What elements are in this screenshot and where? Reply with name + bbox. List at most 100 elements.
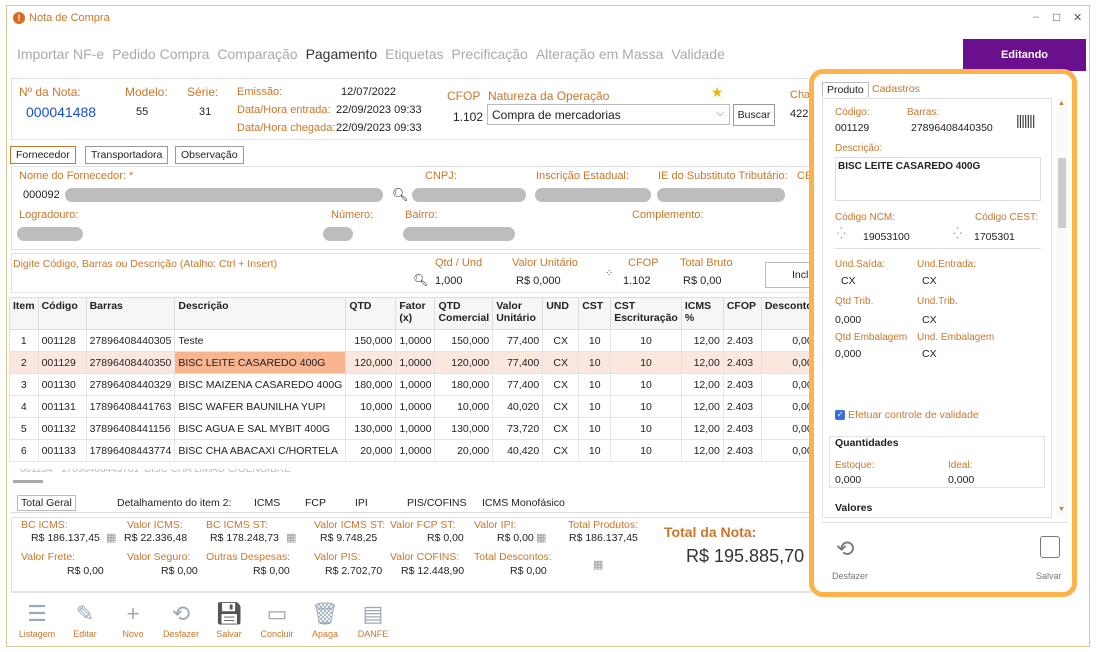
table-row[interactable]: 3 001130 27896408440329 BISC MAIZENA CASARE… — [9, 373, 831, 396]
calc-st-icon[interactable]: ▦ — [286, 531, 296, 544]
emissao-value[interactable]: 12/07/2022 — [341, 86, 396, 98]
toolbar-button-7[interactable]: ▤ DANFE — [351, 591, 395, 639]
tab-fornecedor[interactable]: Fornecedor — [10, 146, 76, 164]
grid-dots-icon[interactable]: ⁘ — [605, 268, 613, 279]
valor-unitario-value[interactable]: R$ 0,000 — [516, 275, 561, 287]
grid-header-cell[interactable]: Código — [37, 297, 87, 330]
menu-item-4[interactable]: Etiquetas — [385, 46, 443, 62]
close-icon[interactable]: ✕ — [1073, 11, 1082, 24]
menu-item-3[interactable]: Pagamento — [306, 46, 378, 62]
grid-header-cell[interactable]: CFOP — [722, 297, 762, 330]
entry-cfop-value[interactable]: 1.102 — [623, 275, 651, 287]
salvar-button[interactable]: Salvar — [1036, 571, 1062, 581]
bottom-tab-4[interactable]: IPI — [355, 497, 368, 509]
grid-scrollbar[interactable] — [13, 480, 43, 483]
serie-value[interactable]: 31 — [199, 106, 211, 118]
panel-cest-value[interactable]: 1705301 — [974, 231, 1015, 243]
table-row[interactable]: 4 001131 17896408441763 BISC WAFER BAUNILHA… — [9, 395, 831, 418]
ncm-spinner-icon[interactable]: ⁛ — [837, 227, 846, 240]
qtd-search-icon[interactable]: 🔍︎ — [413, 273, 428, 287]
bairro-redacted[interactable] — [403, 227, 515, 241]
grid-header-cell[interactable]: ICMS % — [680, 297, 724, 330]
table-row[interactable]: 2 001129 27896408440350 BISC LEITE CASAREDO… — [9, 351, 831, 374]
scroll-up-icon[interactable]: ▲ — [1058, 100, 1065, 107]
chegada-value[interactable]: 22/09/2023 09:33 — [336, 122, 422, 134]
calc-desc-icon[interactable]: ▦ — [593, 558, 603, 571]
menu-item-5[interactable]: Precificação — [452, 46, 528, 62]
toolbar-button-5[interactable]: ▭ Concluir — [255, 591, 299, 639]
validade-label[interactable]: Efetuar controle de validade — [848, 409, 979, 421]
grid-header-cell[interactable]: CST — [578, 297, 612, 330]
chave-value[interactable]: 422 — [790, 108, 808, 120]
table-row[interactable]: 6 001133 17896408443774 BISC CHA ABACAXI C/… — [9, 439, 831, 462]
toolbar-button-0[interactable]: ☰ Listagem — [15, 591, 59, 639]
qtd-embalagem-value[interactable]: 0,000 — [835, 348, 861, 360]
grid-header-cell[interactable]: UND — [542, 297, 580, 330]
bottom-tab-6[interactable]: ICMS Monofásico — [482, 497, 565, 509]
entry-hint[interactable]: Digite Código, Barras ou Descrição (Atal… — [13, 258, 277, 270]
menu-item-0[interactable]: Importar NF-e — [17, 46, 104, 62]
panel-barras-value[interactable]: 27896408440350 — [911, 122, 993, 134]
menu-item-2[interactable]: Comparação — [217, 46, 297, 62]
ie-substituto-redacted[interactable] — [657, 188, 785, 202]
desfazer-button[interactable]: Desfazer — [832, 571, 868, 581]
bottom-tab-3[interactable]: FCP — [305, 497, 326, 509]
maximize-icon[interactable]: □ — [1053, 10, 1060, 24]
tab-observacao[interactable]: Observação — [175, 146, 244, 164]
tab-produto[interactable]: Produto — [822, 82, 869, 97]
natureza-select[interactable]: Compra de mercadorias ⌵ — [487, 104, 730, 125]
undo-icon[interactable]: ⟲ — [836, 536, 854, 562]
toolbar-button-1[interactable]: ✎ Editar — [63, 591, 107, 639]
numero-value[interactable]: 000041488 — [26, 104, 96, 120]
numero-endereco-redacted[interactable] — [323, 227, 353, 241]
bottom-tab-1[interactable]: Detalhamento do item 2: — [117, 497, 231, 509]
und-saida-value[interactable]: CX — [841, 275, 856, 287]
bottom-tab-5[interactable]: PIS/COFINS — [407, 497, 467, 509]
validade-checkbox[interactable]: ✓ — [835, 410, 845, 420]
scroll-thumb[interactable] — [1058, 158, 1066, 228]
grid-header-cell[interactable]: QTD Comercial — [434, 297, 494, 330]
toolbar-button-2[interactable]: + Novo — [111, 591, 155, 639]
bottom-tab-2[interactable]: ICMS — [254, 497, 280, 509]
ie-redacted[interactable] — [535, 188, 651, 202]
grid-header-cell[interactable]: Fator (x) — [395, 297, 436, 330]
qtd-trib-value[interactable]: 0,000 — [835, 314, 861, 326]
cnpj-redacted[interactable] — [412, 188, 526, 202]
panel-descricao-field[interactable]: BISC LEITE CASAREDO 400G — [835, 157, 1041, 201]
und-entrada-value[interactable]: CX — [922, 275, 937, 287]
grid-header-cell[interactable]: Item — [9, 297, 39, 330]
toolbar-button-6[interactable]: 🗑︎ Apaga — [303, 591, 347, 639]
modelo-value[interactable]: 55 — [136, 106, 148, 118]
und-embalagem-value[interactable]: CX — [922, 348, 937, 360]
cfop-value[interactable]: 1.102 — [453, 110, 483, 124]
save-icon[interactable] — [1040, 536, 1060, 558]
fornecedor-nome-redacted[interactable] — [65, 188, 383, 202]
panel-ncm-value[interactable]: 19053100 — [863, 231, 910, 243]
tab-cadastros[interactable]: Cadastros — [872, 83, 920, 95]
incluir-button[interactable]: Incl — [765, 262, 815, 288]
barcode-icon[interactable]: ||||||| — [1016, 112, 1035, 128]
panel-codigo-value[interactable]: 001129 — [835, 122, 869, 134]
tab-transportadora[interactable]: Transportadora — [85, 146, 169, 164]
favorite-star-icon[interactable]: ★ — [711, 84, 724, 101]
minimize-icon[interactable]: – — [1033, 11, 1039, 23]
calc-icon[interactable]: ▦ — [106, 531, 116, 544]
qtd-value[interactable]: 1,000 — [435, 275, 463, 287]
toolbar-button-4[interactable]: 💾︎ Salvar — [207, 591, 251, 639]
grid-header-cell[interactable]: Descrição — [174, 297, 347, 330]
search-icon[interactable]: 🔍︎ — [392, 187, 409, 203]
calc-ipi-icon[interactable]: ▦ — [536, 531, 546, 544]
buscar-button[interactable]: Buscar — [733, 104, 775, 126]
grid-header-cell[interactable]: Barras — [85, 297, 176, 330]
grid-header-cell[interactable]: Valor Unitário — [492, 297, 544, 330]
cest-spinner-icon[interactable]: ⁛ — [953, 227, 962, 240]
toolbar-button-3[interactable]: ⟲ Desfazer — [159, 591, 203, 639]
table-row[interactable]: 1 001128 27896408440305 Teste 150,000 1,0000 1… — [9, 329, 831, 352]
und-trib-value[interactable]: CX — [922, 314, 937, 326]
menu-item-6[interactable]: Alteração em Massa — [536, 46, 664, 62]
grid-header-cell[interactable]: Desconto — [760, 297, 817, 330]
grid-header-cell[interactable]: QTD — [345, 297, 397, 330]
grid-header-cell[interactable]: CST Escrituração — [610, 297, 682, 330]
entrada-value[interactable]: 22/09/2023 09:33 — [336, 104, 422, 116]
bottom-tab-0[interactable]: Total Geral — [17, 495, 76, 511]
